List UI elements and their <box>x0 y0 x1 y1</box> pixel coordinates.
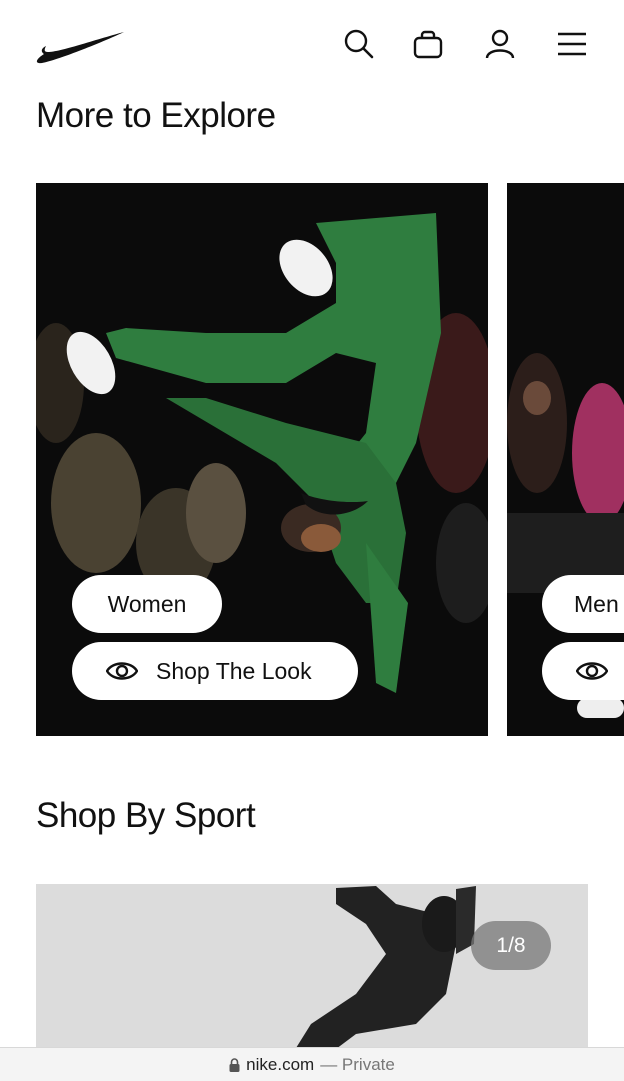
men-shop-the-look-button[interactable] <box>542 642 624 700</box>
explore-card-women[interactable]: Women Shop The Look <box>36 183 488 736</box>
carousel-counter-badge: 1/8 <box>471 921 551 970</box>
men-category-button[interactable]: Men <box>542 575 624 633</box>
sport-section-title: Shop By Sport <box>36 796 256 835</box>
lock-icon <box>229 1057 240 1072</box>
private-mode-label: — Private <box>320 1054 395 1074</box>
eye-icon <box>106 659 138 683</box>
explore-section-title: More to Explore <box>36 96 276 135</box>
shop-the-look-label: Shop The Look <box>156 657 312 684</box>
bag-icon[interactable] <box>410 26 446 62</box>
menu-icon[interactable] <box>554 26 590 62</box>
search-icon[interactable] <box>341 26 377 62</box>
nike-logo[interactable] <box>34 26 126 66</box>
account-icon[interactable] <box>482 26 518 62</box>
women-category-button[interactable]: Women <box>72 575 222 633</box>
sport-carousel-card[interactable] <box>36 884 588 1064</box>
browser-address-bar[interactable]: nike.com — Private <box>0 1047 624 1081</box>
men-label: Men <box>574 590 619 617</box>
shop-the-look-button[interactable]: Shop The Look <box>72 642 358 700</box>
eye-icon <box>576 659 608 683</box>
swoosh-icon <box>36 32 124 64</box>
women-label: Women <box>107 590 187 617</box>
explore-card-men[interactable]: Men <box>507 183 624 736</box>
address-domain: nike.com <box>246 1054 315 1074</box>
top-header <box>0 0 624 88</box>
sport-photo <box>36 884 588 1064</box>
